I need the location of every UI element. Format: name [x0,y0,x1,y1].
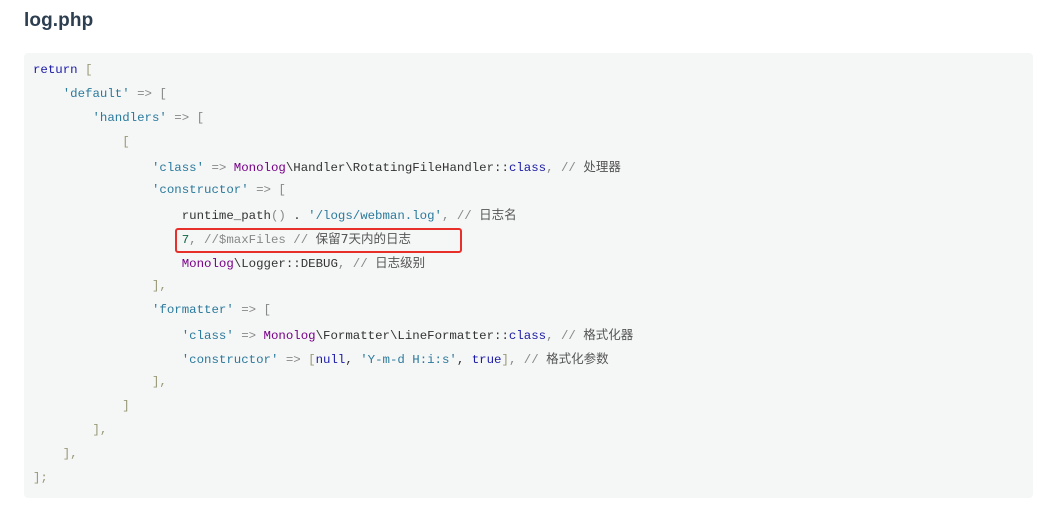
arrow: => [278,353,309,367]
code-line-4: [ [33,134,1033,158]
function-name: runtime_path [181,209,271,223]
open-bracket: [ [122,135,130,149]
separator: , [345,353,361,367]
code-line-6: 'constructor' => [ [33,182,1033,206]
code-line-11: 'formatter' => [ [33,302,1033,326]
return-keyword: return [33,63,78,77]
code-line-9: Monolog\Logger::DEBUG, // 日志级别 [33,254,1033,278]
code-line-14: ], [33,374,1033,398]
comment: , // [508,353,547,367]
arrow: => [204,161,234,175]
code-line-16: ], [33,422,1033,446]
file-title: log.php [24,10,94,31]
open-bracket: [ [308,353,316,367]
code-line-3: 'handlers' => [ [33,110,1033,134]
comment: , //$maxFiles // [189,233,316,247]
code-line-2: 'default' => [ [33,86,1033,110]
close-bracket: ], [151,279,167,293]
close-bracket: ]; [33,471,48,485]
open-bracket: [ [77,63,93,77]
comment-text: 保留7天内的日志 [315,231,412,246]
code-line-10: ], [33,278,1033,302]
code-line-15: ] [33,398,1033,422]
default-key: 'default' [62,87,130,101]
separator: , [456,353,472,367]
close-bracket: ], [62,447,78,461]
constructor-key: 'constructor' [181,353,279,367]
handlers-key: 'handlers' [92,111,167,125]
close-bracket: ] [501,353,509,367]
namespace: Monolog [233,161,286,175]
arrow: => [ [166,111,205,125]
arrow: => [ [129,87,167,101]
close-bracket: ], [92,423,108,437]
arrow: => [233,329,264,343]
comment-text: 格式化器 [583,327,634,342]
comment: , // [546,161,584,175]
class-key: 'class' [151,161,205,175]
namespace: Monolog [263,329,316,343]
true-keyword: true [471,353,502,367]
code-line-12: 'class' => Monolog\Formatter\LineFormatt… [33,326,1033,350]
constructor-key: 'constructor' [151,183,249,197]
comment-text: 日志级别 [375,255,426,270]
arrow: => [ [248,183,286,197]
logger-level: \Logger::DEBUG [233,257,338,271]
namespace: Monolog [181,257,234,271]
class-path: \Handler\RotatingFileHandler:: [285,161,509,175]
parens: () [270,209,286,223]
null-keyword: null [315,353,346,367]
comment-text: 格式化参数 [546,351,609,366]
comment: , // [337,257,376,271]
comment: , // [546,329,584,343]
log-path-string: '/logs/webman.log' [308,209,442,223]
formatter-key: 'formatter' [151,303,234,317]
class-key: 'class' [181,329,234,343]
concat-operator: . [285,209,309,223]
code-line-8: 7, //$maxFiles // 保留7天内的日志 [33,230,1033,254]
comment-text: 日志名 [479,207,517,222]
code-line-13: 'constructor' => [null, 'Y-m-d H:i:s', t… [33,350,1033,374]
arrow: => [ [233,303,271,317]
date-format-string: 'Y-m-d H:i:s' [360,353,457,367]
close-bracket: ], [151,375,167,389]
comment: , // [441,209,480,223]
code-line-18: ]; [33,470,1033,494]
code-line-5: 'class' => Monolog\Handler\RotatingFileH… [33,158,1033,182]
close-bracket: ] [122,399,130,413]
code-line-17: ], [33,446,1033,470]
comment-text: 处理器 [583,159,621,174]
code-line-1: return [ [33,62,1033,86]
class-keyword: class [508,161,547,175]
code-block: return [ 'default' => [ 'handlers' => [ … [24,53,1033,498]
class-keyword: class [508,329,547,343]
page: log.php return [ 'default' => [ 'handler… [0,0,1043,518]
code-line-7: runtime_path() . '/logs/webman.log', // … [33,206,1033,230]
class-path: \Formatter\LineFormatter:: [315,329,509,343]
